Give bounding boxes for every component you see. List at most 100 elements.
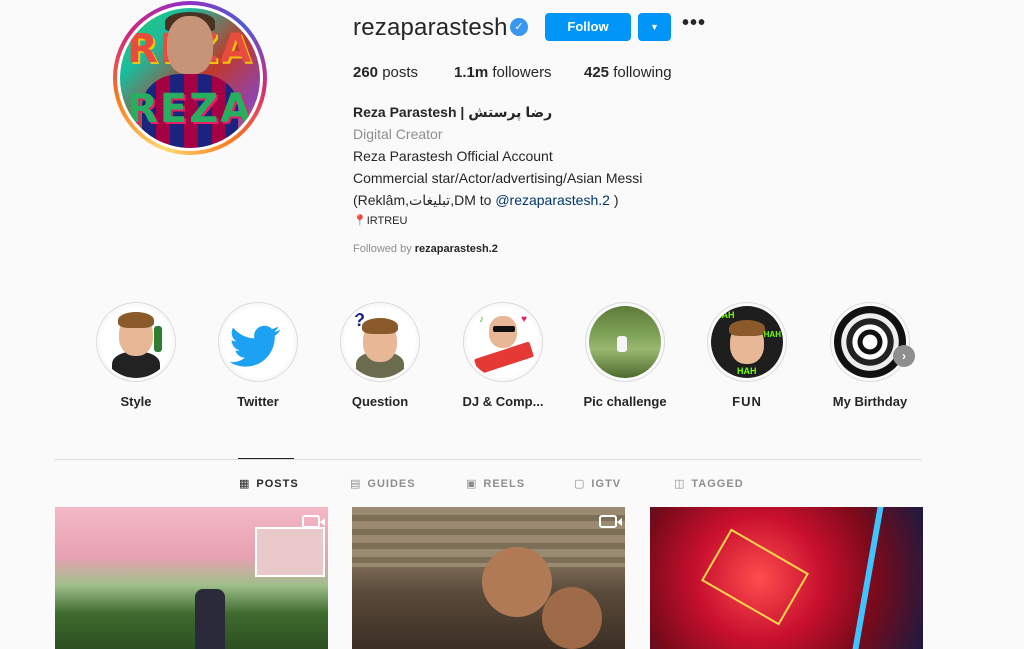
highlight-fun[interactable]: HAH HAH HAH FUN [697,302,797,409]
chevron-right-icon[interactable]: › [893,345,915,367]
highlight-ring: ♪ ♥ [463,302,543,382]
video-icon [599,515,622,528]
profile-username: rezaparastesh [353,14,508,41]
highlight-label: Twitter [237,394,279,409]
video-icon [302,515,325,528]
sunglasses-icon [493,326,515,332]
highlight-twitter[interactable]: Twitter [208,302,308,409]
posts-label: posts [378,64,419,81]
tab-posts[interactable]: ▦ POSTS [239,477,299,491]
avatar-inner: REZA REZA [117,5,263,151]
bitmoji-keyboard-icon: ♪ ♥ [467,306,539,378]
tab-reels[interactable]: ▣ REELS [466,477,526,491]
followed-by-user-link[interactable]: rezaparastesh.2 [415,243,498,255]
bio-mention-link[interactable]: @rezaparastesh.2 [495,192,610,208]
post-pattern [701,528,809,626]
guide-icon: ▤ [350,478,362,490]
post-thumbnail[interactable] [55,507,328,649]
tagged-icon: ◫ [674,478,686,490]
bitmoji-hair [362,318,398,334]
bio-line-3-suffix: ) [609,192,619,208]
reels-icon: ▣ [466,478,478,490]
haha-text-icon: HAH [763,330,781,339]
follow-button[interactable]: Follow [545,13,631,41]
post-person [195,589,225,649]
highlight-label: Pic challenge [583,394,667,409]
avatar-word-bottom: REZA [126,86,254,132]
post-face [482,547,552,617]
tab-label: REELS [483,477,526,490]
highlight-label: DJ & Comp... [462,394,544,409]
bitmoji-face [489,316,517,348]
following-link[interactable]: 425 following [584,64,672,81]
highlight-question[interactable]: ? Question [330,302,430,409]
photo-field-icon [589,306,661,378]
highlight-ring [96,302,176,382]
highlight-label: FUN [732,394,762,409]
highlight-ring [218,302,298,382]
tab-igtv[interactable]: ▢ IGTV [574,477,622,491]
photo-figure [617,336,627,352]
highlight-label: Style [120,394,152,409]
posts-count: 260 posts [353,64,418,81]
grid-icon: ▦ [239,478,251,490]
verified-badge-icon: ✓ [510,18,528,36]
highlight-ring: HAH HAH HAH [707,302,787,382]
following-label: following [609,64,672,81]
question-mark-icon: ? [354,310,365,330]
active-tab-indicator [238,458,294,459]
bio-line-1: Reza Parastesh Official Account [353,148,553,164]
igtv-icon: ▢ [574,478,586,490]
tab-label: IGTV [591,477,622,490]
post-stairs [352,507,625,567]
highlight-style[interactable]: Style [86,302,186,409]
twitter-bird-svg [229,325,280,367]
tab-label: TAGGED [691,477,744,490]
following-number: 425 [584,64,610,81]
bio-line-2: Commercial star/Actor/advertising/Asian … [353,170,643,186]
avatar-face [167,16,213,74]
followed-by-prefix: Followed by [353,243,415,255]
twitter-bird-icon [222,306,294,378]
followers-number: 1.1m [454,64,489,81]
posts-number: 260 [353,64,379,81]
highlight-pic-challenge[interactable]: Pic challenge [575,302,675,409]
post-light-beam [852,507,884,649]
bio-location: 📍IRTREU [353,215,408,227]
tab-label: GUIDES [367,477,416,490]
bitmoji-hair [729,320,765,336]
more-options-icon[interactable]: ••• [682,12,706,35]
post-thumbnail[interactable] [650,507,923,649]
chevron-down-icon: ▼ [650,22,659,32]
followers-label: followers [488,64,552,81]
full-name: Reza Parastesh | رضا پرستش [353,104,553,120]
highlight-dj[interactable]: ♪ ♥ DJ & Comp... [453,302,553,409]
tab-tagged[interactable]: ◫ TAGGED [674,477,744,491]
highlight-label: My Birthday [832,394,908,409]
heart-icon: ♥ [521,314,527,325]
tab-label: POSTS [256,477,299,490]
tab-guides[interactable]: ▤ GUIDES [350,477,416,491]
category-label: Digital Creator [353,126,443,142]
bitmoji-question-icon: ? [344,306,416,378]
haha-text-icon: HAH [715,310,735,320]
highlight-ring: ? [340,302,420,382]
suggested-dropdown-button[interactable]: ▼ [638,13,671,41]
highlight-ring [830,302,910,382]
bitmoji-hair [118,312,154,328]
post-thumbnail[interactable] [352,507,625,649]
followed-by: Followed by rezaparastesh.2 [353,243,498,255]
profile-bio: Reza Parastesh | رضا پرستش Digital Creat… [353,101,773,229]
highlight-label: Question [351,394,409,409]
bio-line-3-prefix: (Reklâm,تبلیغات,DM to [353,192,496,208]
bio-line-3: (Reklâm,تبلیغات,DM to @rezaparastesh.2 ) [353,189,773,211]
profile-avatar[interactable]: REZA REZA [113,1,267,155]
tabs-divider [55,459,921,460]
post-face [542,587,602,649]
champagne-bottle-icon [154,326,162,352]
highlight-ring [585,302,665,382]
birthday-mandala-icon [834,306,906,378]
followers-link[interactable]: 1.1m followers [454,64,552,81]
avatar-image: REZA REZA [120,8,260,148]
post-building [255,527,325,577]
